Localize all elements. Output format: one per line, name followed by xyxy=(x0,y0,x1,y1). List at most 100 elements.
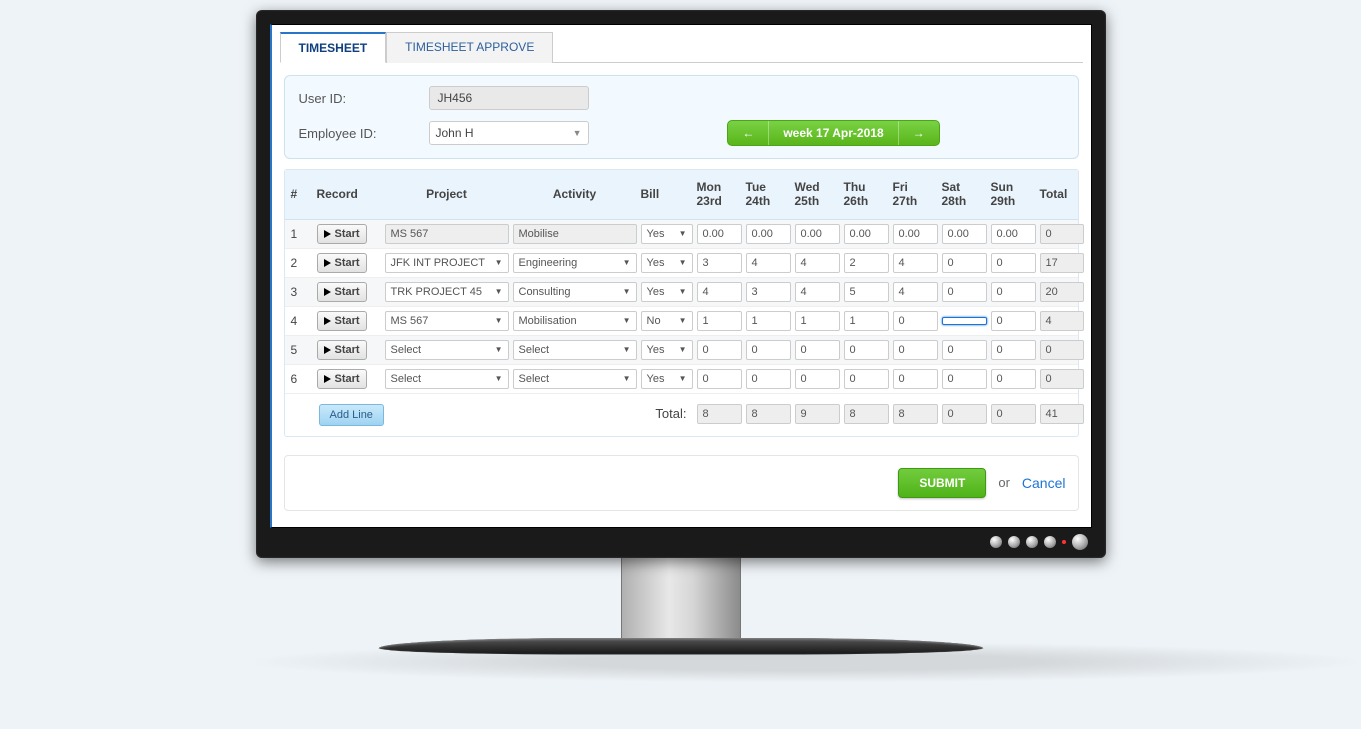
total-thu: 8 xyxy=(844,404,889,424)
bill-select[interactable]: Yes▼ xyxy=(641,224,693,244)
start-button[interactable]: Start xyxy=(317,311,367,331)
activity-value: Select xyxy=(519,373,550,385)
bill-select[interactable]: Yes▼ xyxy=(641,340,693,360)
hours-input[interactable]: 0 xyxy=(746,369,791,389)
hours-input[interactable]: 0 xyxy=(991,253,1036,273)
activity-select: Mobilise xyxy=(513,224,637,244)
start-button-label: Start xyxy=(335,228,360,240)
hours-input[interactable]: 1 xyxy=(795,311,840,331)
hours-input[interactable]: 0 xyxy=(746,340,791,360)
bill-select[interactable]: Yes▼ xyxy=(641,253,693,273)
start-button[interactable]: Start xyxy=(317,340,367,360)
hours-input[interactable]: 2 xyxy=(844,253,889,273)
chevron-down-icon: ▼ xyxy=(679,229,687,238)
hours-input[interactable]: 3 xyxy=(697,253,742,273)
chevron-down-icon: ▼ xyxy=(495,287,503,296)
chevron-down-icon: ▼ xyxy=(495,345,503,354)
form-footer: SUBMIT or Cancel xyxy=(284,455,1079,511)
power-led-icon xyxy=(1062,540,1066,544)
hours-input[interactable]: 5 xyxy=(844,282,889,302)
hours-input[interactable]: 4 xyxy=(746,253,791,273)
week-label: week 17 Apr-2018 xyxy=(769,121,898,145)
hours-input[interactable]: 0.00 xyxy=(942,224,987,244)
total-sat: 0 xyxy=(942,404,987,424)
hours-input[interactable]: 0 xyxy=(893,369,938,389)
hours-input[interactable]: 0.00 xyxy=(991,224,1036,244)
start-button[interactable]: Start xyxy=(317,224,367,244)
hours-input[interactable]: 4 xyxy=(697,282,742,302)
project-select[interactable]: Select▼ xyxy=(385,369,509,389)
row-number: 2 xyxy=(291,256,313,270)
monitor-button-icon xyxy=(1026,536,1038,548)
col-total: Total xyxy=(1040,187,1084,201)
activity-select[interactable]: Consulting▼ xyxy=(513,282,637,302)
hours-input[interactable] xyxy=(942,317,987,325)
hours-input[interactable]: 0 xyxy=(795,369,840,389)
total-fri: 8 xyxy=(893,404,938,424)
total-tue: 8 xyxy=(746,404,791,424)
bill-select[interactable]: Yes▼ xyxy=(641,282,693,302)
activity-select[interactable]: Select▼ xyxy=(513,340,637,360)
start-button[interactable]: Start xyxy=(317,282,367,302)
hours-input[interactable]: 1 xyxy=(844,311,889,331)
play-icon xyxy=(324,230,331,238)
hours-input[interactable]: 0 xyxy=(991,340,1036,360)
hours-input[interactable]: 0.00 xyxy=(844,224,889,244)
project-value: Select xyxy=(391,344,422,356)
start-button[interactable]: Start xyxy=(317,369,367,389)
activity-select[interactable]: Mobilisation▼ xyxy=(513,311,637,331)
activity-value: Consulting xyxy=(519,286,571,298)
row-number: 4 xyxy=(291,314,313,328)
tab-timesheet[interactable]: TIMESHEET xyxy=(280,32,387,63)
hours-input[interactable]: 1 xyxy=(746,311,791,331)
hours-input[interactable]: 0 xyxy=(991,282,1036,302)
hours-input[interactable]: 4 xyxy=(795,253,840,273)
table-row: 5StartSelect▼Select▼Yes▼00000000 xyxy=(285,336,1078,365)
hours-input[interactable]: 0 xyxy=(893,340,938,360)
hours-input[interactable]: 4 xyxy=(795,282,840,302)
tab-timesheet-approve[interactable]: TIMESHEET APPROVE xyxy=(386,32,553,63)
hours-input[interactable]: 3 xyxy=(746,282,791,302)
chevron-down-icon: ▼ xyxy=(495,374,503,383)
hours-input[interactable]: 0.00 xyxy=(795,224,840,244)
timesheet-table: # Record Project Activity Bill Mon23rd T… xyxy=(284,169,1079,437)
activity-select[interactable]: Engineering▼ xyxy=(513,253,637,273)
bill-select[interactable]: Yes▼ xyxy=(641,369,693,389)
project-select[interactable]: MS 567▼ xyxy=(385,311,509,331)
hours-input[interactable]: 0 xyxy=(893,311,938,331)
activity-select[interactable]: Select▼ xyxy=(513,369,637,389)
hours-input[interactable]: 0 xyxy=(844,340,889,360)
submit-button[interactable]: SUBMIT xyxy=(898,468,986,498)
hours-input[interactable]: 0 xyxy=(697,340,742,360)
hours-input[interactable]: 0 xyxy=(942,253,987,273)
play-icon xyxy=(324,288,331,296)
bill-select[interactable]: No▼ xyxy=(641,311,693,331)
hours-input[interactable]: 0 xyxy=(991,311,1036,331)
hours-input[interactable]: 0 xyxy=(942,369,987,389)
prev-week-button[interactable]: ← xyxy=(728,121,769,145)
employee-id-select[interactable]: John H ▼ xyxy=(429,121,589,145)
hours-input[interactable]: 4 xyxy=(893,253,938,273)
start-button-label: Start xyxy=(335,373,360,385)
cancel-link[interactable]: Cancel xyxy=(1022,475,1066,491)
hours-input[interactable]: 0 xyxy=(844,369,889,389)
hours-input[interactable]: 0.00 xyxy=(697,224,742,244)
hours-input[interactable]: 0.00 xyxy=(746,224,791,244)
project-select[interactable]: Select ▼ xyxy=(385,340,509,360)
hours-input[interactable]: 0 xyxy=(991,369,1036,389)
hours-input[interactable]: 0 xyxy=(942,282,987,302)
next-week-button[interactable]: → xyxy=(899,121,939,145)
project-select[interactable]: TRK PROJECT 45▼ xyxy=(385,282,509,302)
chevron-down-icon: ▼ xyxy=(679,258,687,267)
hours-input[interactable]: 0.00 xyxy=(893,224,938,244)
hours-input[interactable]: 4 xyxy=(893,282,938,302)
hours-input[interactable]: 1 xyxy=(697,311,742,331)
hours-input[interactable]: 0 xyxy=(942,340,987,360)
project-select[interactable]: JFK INT PROJECT▼ xyxy=(385,253,509,273)
power-button-icon xyxy=(1072,534,1088,550)
hours-input[interactable]: 0 xyxy=(795,340,840,360)
hours-input[interactable]: 0 xyxy=(697,369,742,389)
start-button[interactable]: Start xyxy=(317,253,367,273)
col-bill: Bill xyxy=(641,187,693,201)
play-icon xyxy=(324,317,331,325)
